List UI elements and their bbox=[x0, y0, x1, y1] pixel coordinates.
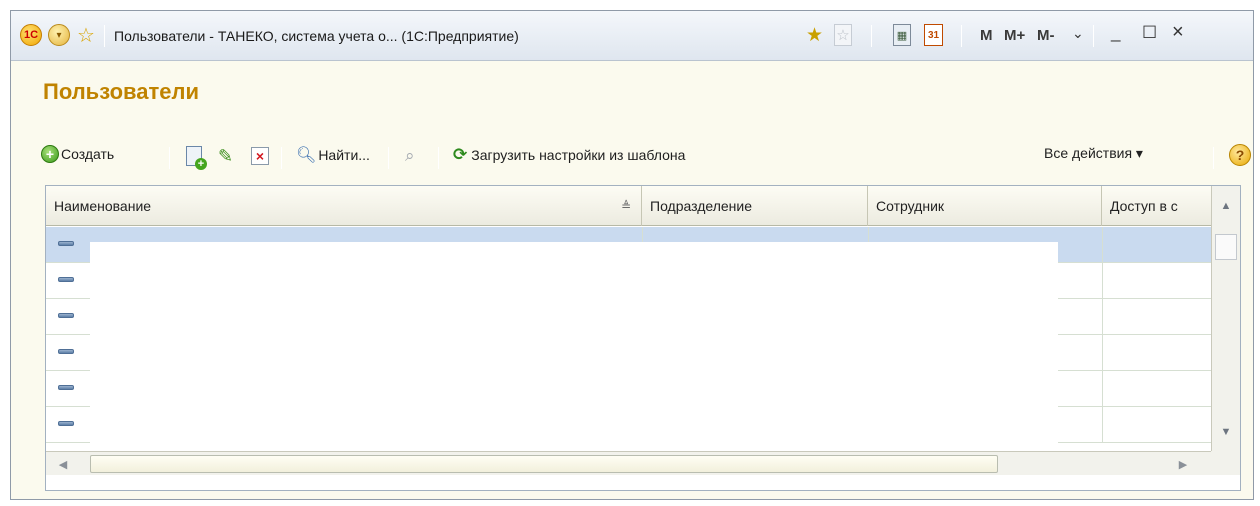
1c-logo-icon[interactable]: 1С bbox=[20, 24, 42, 46]
separator bbox=[1093, 25, 1094, 47]
create-label: Создать bbox=[61, 146, 115, 162]
calendar-icon[interactable]: 31 bbox=[924, 24, 943, 46]
maximize-icon[interactable]: ☐ bbox=[1142, 23, 1157, 43]
separator bbox=[169, 147, 170, 169]
find-button[interactable]: 🔍︎ Найти... bbox=[296, 145, 370, 165]
find-label: Найти... bbox=[318, 147, 370, 163]
user-icon bbox=[58, 241, 74, 246]
separator bbox=[871, 25, 872, 47]
separator bbox=[388, 147, 389, 169]
app-window: 1С ▾ ☆ Пользователи - ТАНЕКО, система уч… bbox=[10, 10, 1254, 500]
all-actions-menu[interactable]: Все действия ▾ bbox=[1044, 145, 1143, 162]
calculator-icon[interactable]: ▦ bbox=[893, 24, 911, 46]
scroll-thumb[interactable] bbox=[1215, 234, 1237, 260]
add-to-favorites-icon[interactable]: ★ bbox=[806, 24, 823, 46]
minimize-icon[interactable]: _ bbox=[1111, 23, 1120, 43]
separator bbox=[961, 25, 962, 47]
scroll-right-icon[interactable]: ▶ bbox=[1166, 452, 1200, 476]
sort-ascending-icon: ≜ bbox=[620, 199, 631, 213]
scrollbar-corner bbox=[1211, 451, 1240, 475]
command-bar: + Создать ✎ × 🔍︎ Найти... ⌕ ⟳ Загрузить … bbox=[41, 141, 1251, 171]
column-divider bbox=[1102, 227, 1103, 443]
user-icon bbox=[58, 313, 74, 318]
create-plus-icon: + bbox=[41, 145, 59, 163]
page-title: Пользователи bbox=[43, 79, 200, 104]
horizontal-scroll-thumb[interactable] bbox=[90, 455, 998, 473]
favorites-star-icon[interactable]: ☆ bbox=[75, 24, 97, 47]
title-bar: 1С ▾ ☆ Пользователи - ТАНЕКО, система уч… bbox=[11, 11, 1253, 61]
load-settings-button[interactable]: ⟳ Загрузить настройки из шаблона bbox=[453, 145, 685, 165]
separator bbox=[104, 25, 105, 47]
search-icon: 🔍︎ bbox=[296, 147, 317, 164]
scroll-left-icon[interactable]: ◀ bbox=[46, 452, 80, 476]
cancel-search-icon[interactable]: ⌕ bbox=[405, 146, 415, 166]
memory-add-button[interactable]: M+ bbox=[1004, 27, 1025, 44]
favorites-list-icon[interactable]: ☆ bbox=[834, 24, 852, 46]
memory-store-button[interactable]: M bbox=[980, 27, 993, 44]
column-header-department[interactable]: Подразделение bbox=[642, 186, 868, 226]
separator bbox=[438, 147, 439, 169]
delete-icon[interactable]: × bbox=[251, 147, 269, 165]
column-header-name[interactable]: Наименование ≜ bbox=[46, 186, 642, 226]
vertical-scrollbar[interactable]: ▲ ▼ bbox=[1211, 186, 1240, 451]
user-icon bbox=[58, 277, 74, 282]
horizontal-scrollbar[interactable]: ◀ ▶ bbox=[46, 451, 1212, 475]
table-header: Наименование ≜ Подразделение Сотрудник Д… bbox=[46, 186, 1212, 226]
window-title: Пользователи - ТАНЕКО, система учета о..… bbox=[114, 28, 519, 44]
edit-pencil-icon[interactable]: ✎ bbox=[218, 146, 233, 167]
users-table: Наименование ≜ Подразделение Сотрудник Д… bbox=[45, 185, 1241, 491]
separator bbox=[281, 147, 282, 169]
scroll-down-icon[interactable]: ▼ bbox=[1212, 420, 1240, 444]
main-menu-dropdown-icon[interactable]: ▾ bbox=[48, 24, 70, 46]
refresh-arrows-icon: ⟳ bbox=[453, 145, 468, 164]
user-icon bbox=[58, 385, 74, 390]
toolbar-more-icon[interactable]: ⌄ bbox=[1072, 25, 1084, 42]
column-header-access[interactable]: Доступ в с bbox=[1102, 186, 1212, 226]
scroll-up-icon[interactable]: ▲ bbox=[1212, 194, 1240, 218]
user-icon bbox=[58, 349, 74, 354]
memory-subtract-button[interactable]: M- bbox=[1037, 27, 1055, 44]
copy-icon[interactable] bbox=[186, 146, 207, 170]
load-settings-label: Загрузить настройки из шаблона bbox=[471, 147, 686, 163]
help-icon[interactable]: ? bbox=[1229, 144, 1251, 166]
user-icon bbox=[58, 421, 74, 426]
redacted-area bbox=[90, 242, 1058, 456]
separator bbox=[1213, 147, 1214, 169]
column-header-employee[interactable]: Сотрудник bbox=[868, 186, 1102, 226]
create-button[interactable]: + Создать bbox=[41, 145, 114, 163]
close-icon[interactable]: × bbox=[1172, 21, 1184, 44]
